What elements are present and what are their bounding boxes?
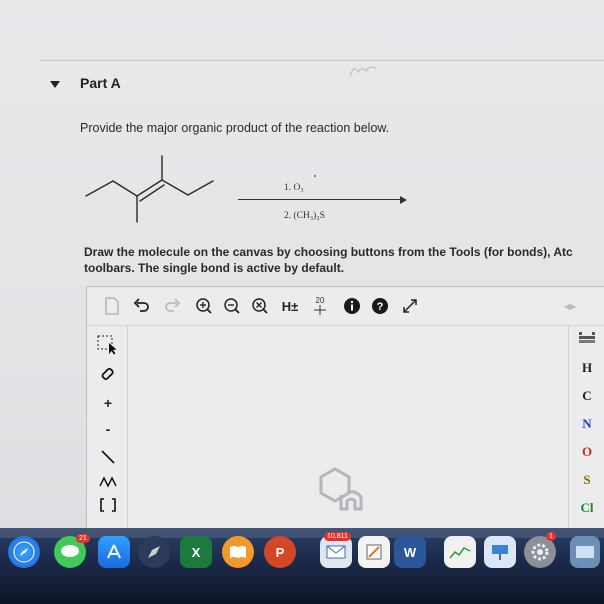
scribble-mark <box>349 66 377 77</box>
charge-plus-button[interactable]: + <box>97 392 119 414</box>
panel-toggle-icon[interactable]: ◀▶ <box>559 295 581 317</box>
question-text: Provide the major organic product of the… <box>80 121 390 135</box>
mail-badge: 10,811 <box>324 532 351 541</box>
editor-top-toolbar: H± 20 ? ◀▶ <box>87 287 604 326</box>
eraser-icon[interactable] <box>97 364 119 386</box>
stray-dot <box>314 175 316 177</box>
chain-tool-icon[interactable] <box>97 470 119 492</box>
instructions-line-2: toolbars. The single bond is active by d… <box>84 261 345 275</box>
zoom-reset-icon[interactable] <box>249 295 271 317</box>
reaction-arrow <box>238 199 402 201</box>
dock-shelf <box>0 528 604 538</box>
charge-minus-button[interactable]: - <box>97 418 119 440</box>
atom-nitrogen-button[interactable]: N <box>569 416 604 432</box>
zoom-out-icon[interactable] <box>221 295 243 317</box>
atom-carbon-button[interactable]: C <box>569 388 604 404</box>
section-divider <box>40 60 604 61</box>
single-bond-icon[interactable] <box>97 446 119 468</box>
safari-icon[interactable] <box>8 536 40 568</box>
fullscreen-icon[interactable] <box>399 295 421 317</box>
mail-icon[interactable]: 10,811 <box>320 532 352 568</box>
template-button[interactable]: 20 <box>309 295 331 317</box>
editor-logo-icon <box>319 467 363 511</box>
launchpad-icon[interactable] <box>138 536 170 568</box>
bracket-tool-icon[interactable] <box>97 494 119 516</box>
excel-icon[interactable]: X <box>180 536 212 568</box>
svg-text:?: ? <box>377 301 384 313</box>
messages-icon[interactable]: 21 <box>54 534 90 568</box>
app-store-icon[interactable] <box>98 536 130 568</box>
finder-window-icon[interactable] <box>570 536 600 568</box>
word-icon[interactable]: W <box>394 536 426 568</box>
help-icon[interactable]: ? <box>369 295 391 317</box>
editor-atom-toolbar: H C N O S Cl <box>568 326 604 547</box>
template-label: 20 <box>315 296 325 305</box>
part-title[interactable]: Part A <box>80 75 121 91</box>
books-icon[interactable] <box>222 536 254 568</box>
macos-dock: 21 X P 10,811 W 1 <box>0 528 604 604</box>
molecule-editor: H± 20 ? ◀▶ + - H C N O S Cl <box>86 286 604 548</box>
drawing-instructions: Draw the molecule on the canvas by choos… <box>84 244 604 276</box>
instructions-line-1: Draw the molecule on the canvas by choos… <box>84 245 573 259</box>
clear-canvas-icon[interactable] <box>101 295 123 317</box>
reaction-arrow-head-icon <box>400 196 407 204</box>
notes-icon[interactable] <box>358 536 390 568</box>
periodic-table-icon[interactable] <box>569 332 604 348</box>
redo-icon[interactable] <box>161 295 183 317</box>
reagent-step-1: 1. O₃ <box>284 183 304 193</box>
atom-hydrogen-button[interactable]: H <box>569 360 604 376</box>
collapse-caret-icon[interactable] <box>50 81 60 88</box>
reagent-step-2: 2. (CH₃)₂S <box>284 211 325 221</box>
reaction-conditions: 1. O₃ 2. (CH₃)₂S <box>232 175 412 225</box>
messages-badge: 21 <box>76 534 90 543</box>
editor-left-toolbar: + - <box>87 326 128 547</box>
assignment-page: Part A Provide the major organic product… <box>0 0 604 548</box>
powerpoint-icon[interactable]: P <box>264 536 296 568</box>
hydrogen-toggle-button[interactable]: H± <box>279 295 301 317</box>
atom-oxygen-button[interactable]: O <box>569 444 604 460</box>
keynote-icon[interactable] <box>484 536 516 568</box>
system-preferences-icon[interactable]: 1 <box>524 532 556 568</box>
info-icon[interactable] <box>341 295 363 317</box>
atom-chlorine-button[interactable]: Cl <box>569 500 604 516</box>
atom-sulfur-button[interactable]: S <box>569 472 604 488</box>
stocks-chart-icon[interactable] <box>444 536 476 568</box>
zoom-in-icon[interactable] <box>193 295 215 317</box>
template-icon <box>314 305 326 315</box>
reactant-molecule <box>85 155 214 223</box>
undo-icon[interactable] <box>131 295 153 317</box>
system-preferences-badge: 1 <box>546 532 556 541</box>
select-tool-icon[interactable] <box>97 334 119 356</box>
